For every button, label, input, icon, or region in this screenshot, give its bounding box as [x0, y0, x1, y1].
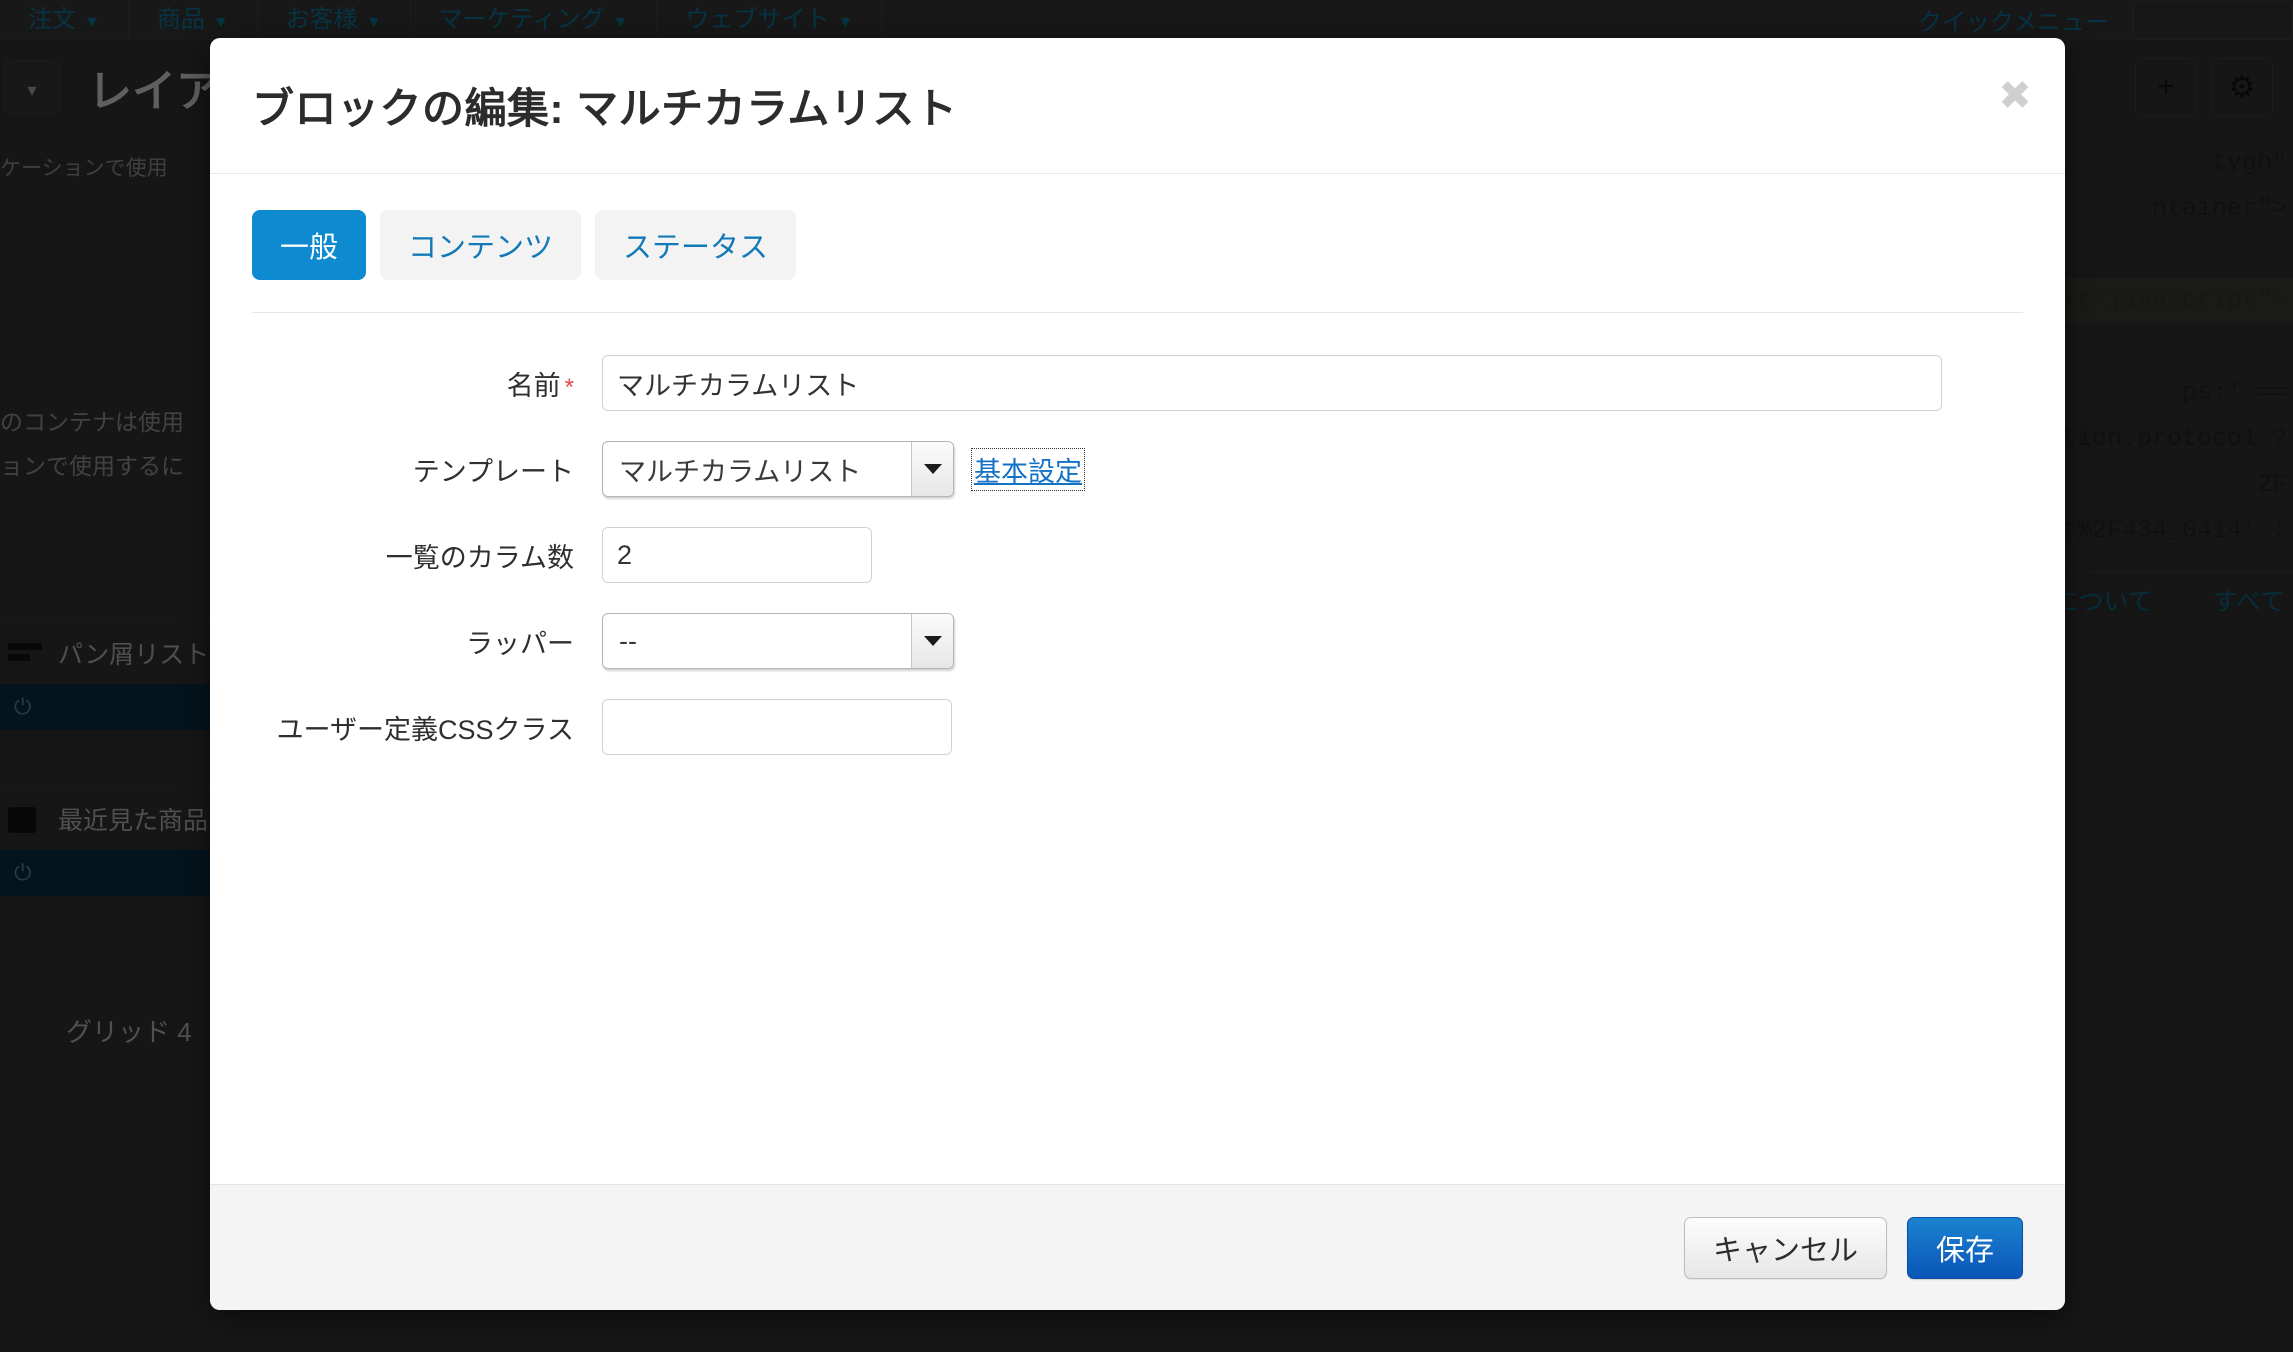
columns-label: 一覧のカラム数 [385, 542, 574, 573]
modal-title: ブロックの編集: マルチカラムリスト [252, 85, 958, 132]
form-row-columns: 一覧のカラム数 [252, 527, 2023, 583]
template-select-value: マルチカラムリスト [619, 456, 862, 487]
form-row-css-class: ユーザー定義CSSクラス [252, 699, 2023, 755]
modal-tabs: 一般 コンテンツ ステータス [252, 210, 2023, 280]
chevron-down-icon [911, 442, 953, 496]
wrapper-select-value: -- [619, 625, 637, 656]
required-marker: * [564, 373, 574, 401]
chevron-down-icon [911, 614, 953, 668]
form-row-name: 名前 * [252, 355, 2023, 411]
template-label: テンプレート [412, 456, 574, 487]
basic-settings-link[interactable]: 基本設定 [971, 447, 1085, 491]
css-class-label: ユーザー定義CSSクラス [276, 714, 574, 745]
modal-header: ブロックの編集: マルチカラムリスト ✖ [210, 38, 2065, 174]
save-button[interactable]: 保存 [1906, 1216, 2023, 1279]
wrapper-label: ラッパー [466, 628, 574, 659]
close-icon[interactable]: ✖ [1995, 76, 2035, 118]
tab-general[interactable]: 一般 [252, 210, 367, 280]
css-class-input[interactable] [602, 699, 952, 755]
general-form: 名前* テンプレート マルチカラムリスト 基本設定 一覧のカラム数 ラッパー [252, 313, 2023, 755]
form-row-template: テンプレート マルチカラムリスト 基本設定 [252, 441, 2023, 497]
name-label-text: 名前 [506, 370, 561, 401]
modal-footer: キャンセル 保存 [210, 1184, 2065, 1310]
modal-body: 一般 コンテンツ ステータス 名前* テンプレート マルチカラムリスト 基本設定 [210, 174, 2065, 1184]
tab-status[interactable]: ステータス [595, 210, 797, 280]
name-label: 名前 * [252, 364, 602, 403]
cancel-button[interactable]: キャンセル [1683, 1216, 1887, 1279]
wrapper-select[interactable]: -- [602, 613, 954, 669]
columns-input[interactable] [602, 527, 872, 583]
form-row-wrapper: ラッパー -- [252, 613, 2023, 669]
tab-content[interactable]: コンテンツ [380, 210, 582, 280]
name-input[interactable] [602, 355, 1942, 411]
template-select[interactable]: マルチカラムリスト [602, 441, 954, 497]
edit-block-modal: ブロックの編集: マルチカラムリスト ✖ 一般 コンテンツ ステータス 名前 * … [210, 38, 2065, 1310]
